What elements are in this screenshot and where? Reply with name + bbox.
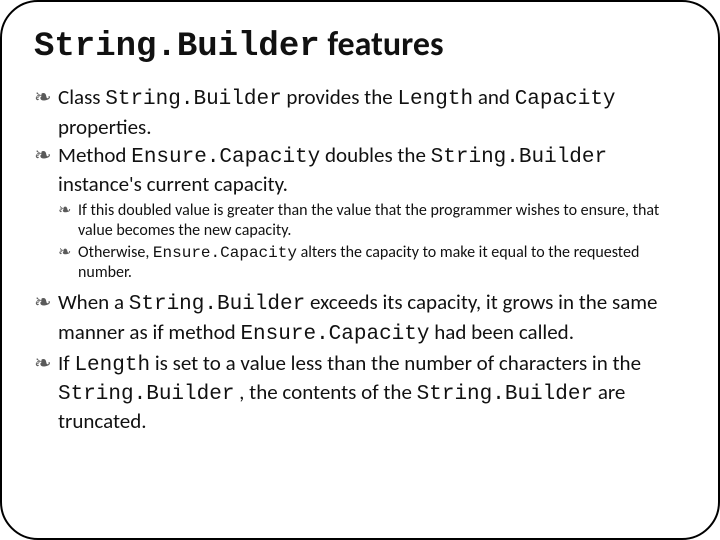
- text-run: If this doubled value is greater than th…: [78, 201, 659, 240]
- sub-list-item: If this doubled value is greater than th…: [58, 201, 686, 241]
- text-run: had been called.: [429, 319, 574, 345]
- list-item: Method Ensure.Capacity doubles the Strin…: [34, 142, 686, 198]
- text-run: Method: [58, 142, 131, 168]
- list-item: Class String.Builder provides the Length…: [34, 84, 686, 140]
- bullet-list: Class String.Builder provides the Length…: [34, 84, 686, 434]
- title-rest: features: [320, 24, 444, 65]
- list-item: If Length is set to a value less than th…: [34, 350, 686, 435]
- text-run: provides the: [282, 84, 398, 110]
- list-item: When a String.Builder exceeds its capaci…: [34, 289, 686, 348]
- text-run: Class: [58, 84, 105, 110]
- code-run: Ensure.Capacity: [153, 244, 297, 262]
- code-run: String.Builder: [417, 383, 593, 406]
- code-run: Ensure.Capacity: [240, 323, 429, 346]
- code-run: Capacity: [515, 88, 616, 111]
- code-run: String.Builder: [105, 88, 281, 111]
- sub-list: If this doubled value is greater than th…: [34, 201, 686, 283]
- text-run: When a: [58, 289, 129, 315]
- text-run: properties.: [58, 114, 152, 140]
- code-run: Length: [397, 88, 473, 111]
- text-run: and: [473, 84, 515, 110]
- sub-list-item: Otherwise, Ensure.Capacity alters the ca…: [58, 243, 686, 283]
- slide-frame: String.Builder features Class String.Bui…: [0, 0, 720, 540]
- text-run: If: [58, 350, 74, 376]
- code-run: Ensure.Capacity: [131, 146, 320, 169]
- code-run: String.Builder: [431, 146, 607, 169]
- text-run: instance's current capacity.: [58, 171, 288, 197]
- code-run: Length: [74, 354, 150, 377]
- title-code: String.Builder: [34, 28, 320, 66]
- slide-title: String.Builder features: [34, 26, 686, 66]
- text-run: , the contents of the: [234, 379, 416, 405]
- code-run: String.Builder: [58, 383, 234, 406]
- text-run: Otherwise,: [78, 243, 153, 262]
- text-run: is set to a value less than the number o…: [150, 350, 641, 376]
- text-run: doubles the: [320, 142, 430, 168]
- code-run: String.Builder: [129, 293, 305, 316]
